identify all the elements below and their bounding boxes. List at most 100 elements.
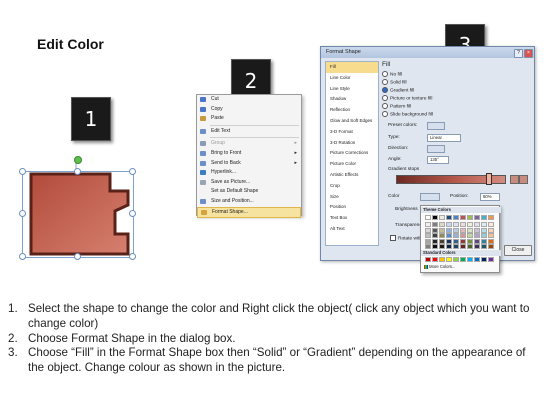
color-swatch[interactable] (439, 227, 445, 233)
color-swatch[interactable] (467, 215, 473, 220)
menu-item-copy[interactable]: Copy (197, 105, 301, 115)
nav-item-size[interactable]: Size (326, 192, 378, 203)
color-swatch[interactable] (439, 215, 445, 220)
color-swatch[interactable] (432, 227, 438, 233)
nav-item-shadow[interactable]: Shadow (326, 94, 378, 105)
color-swatch[interactable] (481, 244, 487, 249)
color-swatch[interactable] (481, 238, 487, 244)
color-swatch[interactable] (425, 227, 431, 233)
resize-handle[interactable] (129, 210, 136, 217)
color-swatch[interactable] (474, 233, 480, 238)
direction-dropdown[interactable] (427, 145, 445, 153)
resize-handle[interactable] (74, 168, 81, 175)
color-swatch[interactable] (460, 238, 466, 244)
color-swatch[interactable] (453, 222, 459, 227)
resize-handle[interactable] (19, 253, 26, 260)
color-swatch[interactable] (474, 257, 480, 262)
color-swatch[interactable] (481, 227, 487, 233)
nav-item-3d-rotation[interactable]: 3-D Rotation (326, 138, 378, 149)
color-swatch[interactable] (474, 222, 480, 227)
color-swatch[interactable] (446, 257, 452, 262)
color-swatch[interactable] (488, 257, 494, 262)
pattern-fill-option[interactable]: Pattern fill (382, 103, 411, 109)
preset-colors-dropdown[interactable] (427, 122, 445, 130)
type-dropdown[interactable]: Linear (427, 134, 461, 142)
color-swatch[interactable] (467, 238, 473, 244)
color-swatch[interactable] (467, 233, 473, 238)
color-swatch[interactable] (481, 257, 487, 262)
color-swatch[interactable] (474, 244, 480, 249)
color-swatch[interactable] (439, 222, 445, 227)
menu-item-set-default-shape[interactable]: Set as Default Shape (197, 187, 301, 197)
position-input[interactable]: 80% (480, 193, 500, 201)
color-swatch[interactable] (481, 233, 487, 238)
color-swatch[interactable] (453, 233, 459, 238)
resize-handle[interactable] (19, 168, 26, 175)
picture-fill-option[interactable]: Picture or texture fill (382, 95, 432, 101)
color-swatch[interactable] (467, 257, 473, 262)
color-swatch[interactable] (460, 233, 466, 238)
color-swatch[interactable] (481, 222, 487, 227)
color-swatch[interactable] (474, 227, 480, 233)
menu-item-bring-to-front[interactable]: Bring to Front ▸ (197, 149, 301, 159)
gradient-stop-handle[interactable] (486, 173, 492, 185)
color-swatch[interactable] (474, 215, 480, 220)
nav-item-reflection[interactable]: Reflection (326, 105, 378, 116)
menu-item-send-to-back[interactable]: Send to Back ▸ (197, 159, 301, 169)
menu-item-group[interactable]: Group ▸ (197, 139, 301, 149)
nav-item-picture-color[interactable]: Picture Color (326, 159, 378, 170)
no-fill-option[interactable]: No fill (382, 71, 402, 77)
nav-item-line-style[interactable]: Line Style (326, 84, 378, 95)
color-swatch[interactable] (425, 233, 431, 238)
color-swatch[interactable] (425, 215, 431, 220)
nav-item-fill[interactable]: Fill (326, 62, 378, 73)
more-colors-link[interactable]: More Colors... (424, 264, 455, 269)
color-swatch[interactable] (446, 238, 452, 244)
color-swatch[interactable] (439, 233, 445, 238)
menu-item-size-and-position[interactable]: Size and Position... (197, 197, 301, 207)
menu-item-paste[interactable]: Paste (197, 114, 301, 124)
color-swatch[interactable] (446, 227, 452, 233)
color-swatch[interactable] (453, 257, 459, 262)
color-swatch[interactable] (432, 244, 438, 249)
color-swatch[interactable] (453, 244, 459, 249)
nav-item-position[interactable]: Position (326, 202, 378, 213)
color-swatch[interactable] (439, 238, 445, 244)
nav-item-glow[interactable]: Glow and Soft Edges (326, 116, 378, 127)
nav-item-alt-text[interactable]: Alt Text (326, 224, 378, 235)
angle-input[interactable]: 135° (427, 156, 449, 164)
color-swatch[interactable] (467, 222, 473, 227)
menu-item-save-as-picture[interactable]: Save as Picture... (197, 178, 301, 188)
add-stop-icon[interactable] (510, 175, 519, 184)
color-swatch[interactable] (488, 222, 494, 227)
resize-handle[interactable] (74, 253, 81, 260)
color-swatch[interactable] (432, 215, 438, 220)
color-swatch[interactable] (453, 227, 459, 233)
nav-item-text-box[interactable]: Text Box (326, 213, 378, 224)
color-swatch[interactable] (432, 233, 438, 238)
color-swatch[interactable] (446, 233, 452, 238)
menu-item-cut[interactable]: Cut (197, 95, 301, 105)
help-button[interactable]: ? (514, 49, 523, 58)
color-swatch[interactable] (425, 238, 431, 244)
color-swatch[interactable] (467, 244, 473, 249)
color-swatch[interactable] (453, 238, 459, 244)
color-swatch[interactable] (474, 238, 480, 244)
rotation-handle[interactable] (74, 156, 82, 164)
color-swatch[interactable] (488, 215, 494, 220)
color-swatch[interactable] (488, 238, 494, 244)
resize-handle[interactable] (129, 168, 136, 175)
resize-handle[interactable] (19, 210, 26, 217)
color-swatch[interactable] (460, 244, 466, 249)
nav-item-picture-corrections[interactable]: Picture Corrections (326, 148, 378, 159)
color-swatch[interactable] (439, 244, 445, 249)
color-swatch[interactable] (488, 244, 494, 249)
gradient-fill-option[interactable]: Gradient fill (382, 87, 414, 93)
close-button[interactable]: Close (504, 245, 532, 256)
color-swatch[interactable] (439, 257, 445, 262)
color-swatch[interactable] (432, 238, 438, 244)
close-icon[interactable]: × (524, 49, 533, 58)
menu-item-format-shape[interactable]: Format Shape... (197, 206, 301, 219)
slide-background-fill-option[interactable]: Slide background fill (382, 111, 433, 117)
resize-handle[interactable] (129, 253, 136, 260)
